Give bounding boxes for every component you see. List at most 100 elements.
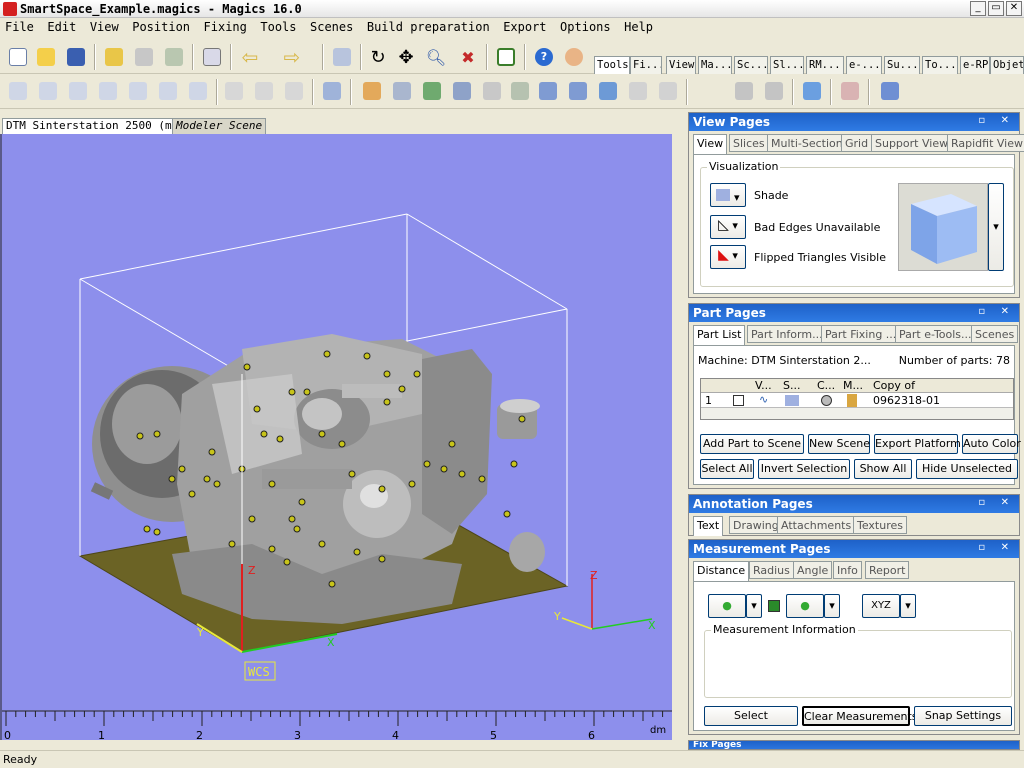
boolean-icon[interactable] [390,79,414,103]
menu-build-preparation[interactable]: Build preparation [362,18,495,36]
point-a-dropdown[interactable]: ▾ [746,594,762,618]
tab-grid[interactable]: Grid [841,134,873,152]
translate-to-icon[interactable] [36,79,60,103]
view-cube[interactable] [898,183,988,271]
translate-icon[interactable] [6,79,30,103]
col-shade[interactable]: S... [783,379,800,392]
platform-icon[interactable] [800,79,824,103]
paste-icon[interactable] [282,79,306,103]
export-platform-button[interactable]: Export Platform [874,434,961,454]
menu-tools[interactable]: Tools [255,18,301,36]
tab-scenes[interactable]: Scenes [971,325,1019,343]
snap-settings-button[interactable]: Snap Settings [914,706,1012,726]
tab-objet[interactable]: Objet [990,56,1024,74]
hollow-icon[interactable] [480,79,504,103]
tab-dtm-sinterstation[interactable]: DTM Sinterstation 2500 (mm) [2,118,189,134]
redo-icon[interactable]: ⇨ [280,45,304,69]
col-machine[interactable]: M... [843,379,863,392]
open-folder-icon[interactable] [34,45,58,69]
select-all-button[interactable]: Select All [700,459,754,479]
unzoom-icon[interactable]: ✖ [456,45,480,69]
col-copy-of[interactable]: Copy of [873,379,915,392]
bad-edges-dropdown[interactable]: ◺ ▾ [710,215,746,239]
cut-punch-icon[interactable] [536,79,560,103]
col-color[interactable]: C... [817,379,835,392]
nesting-icon[interactable] [838,79,862,103]
tab-radius[interactable]: Radius [749,561,794,579]
print-icon[interactable] [200,45,224,69]
parts-table[interactable]: V... S... C... M... Copy of 1 ∿ 0962318-… [700,378,1014,420]
zoom-icon[interactable]: 🔍︎ [424,45,448,69]
xyz-button[interactable]: XYZ [862,594,900,618]
tab-su[interactable]: Su... [884,56,920,74]
shade-icon[interactable] [785,395,799,406]
menu-edit[interactable]: Edit [42,18,81,36]
color-icon[interactable] [821,395,832,406]
tab-modeler-scene[interactable]: Modeler Scene [172,118,267,134]
tab-e[interactable]: e-... [846,56,882,74]
tab-ma[interactable]: Ma... [698,56,732,74]
tab-text[interactable]: Text [693,516,724,536]
measure-icon[interactable] [450,79,474,103]
panel-controls[interactable]: ▫ ✕ [978,306,1015,317]
smooth-icon[interactable] [626,79,650,103]
3d-viewport[interactable]: Z X Y Z X Y WCS 0 1 2 3 4 5 6 dm [0,134,672,740]
xyz-dropdown[interactable]: ▾ [900,594,916,618]
menu-view[interactable]: View [85,18,124,36]
duplicate-icon[interactable] [186,79,210,103]
tab-fixing[interactable]: Fi... [630,56,662,74]
new-file-icon[interactable] [6,45,30,69]
shell-icon[interactable] [762,79,786,103]
offset-icon[interactable] [508,79,532,103]
tab-textures[interactable]: Textures [853,516,907,534]
hide-unselected-button[interactable]: Hide Unselected [916,459,1018,479]
menu-export[interactable]: Export [498,18,551,36]
tab-e-rp[interactable]: e-RP [960,56,990,74]
tab-info[interactable]: Info [833,561,862,579]
menu-file[interactable]: File [0,18,39,36]
section-icon[interactable] [732,79,756,103]
tab-to[interactable]: To... [922,56,958,74]
cut-icon[interactable] [222,79,246,103]
mirror-icon[interactable] [126,79,150,103]
menu-options[interactable]: Options [555,18,616,36]
rotate-part-icon[interactable] [66,79,90,103]
extrude-icon[interactable] [596,79,620,103]
select-button[interactable]: Select [704,706,798,726]
tab-rapidfit-view[interactable]: Rapidfit View [947,134,1024,152]
point-a-button[interactable]: ● [708,594,746,618]
tab-rm[interactable]: RM... [806,56,844,74]
checklist-icon[interactable] [494,45,518,69]
support-person-icon[interactable] [562,45,586,69]
tab-sl[interactable]: Sl... [770,56,804,74]
select-tool-icon[interactable] [320,79,344,103]
rescale-icon[interactable] [156,79,180,103]
table-scrollbar[interactable] [701,407,1013,419]
tab-view[interactable]: View [693,134,728,154]
show-all-button[interactable]: Show All [854,459,912,479]
clear-measurements-button[interactable]: Clear Measurements [802,706,918,726]
select-part-icon[interactable] [330,45,354,69]
maximize-button[interactable]: ▭ [988,1,1004,16]
rotate-to-icon[interactable] [96,79,120,103]
reduce-icon[interactable] [656,79,680,103]
add-part-to-scene-button[interactable]: Add Part to Scene [700,434,804,454]
tab-part-e-tools[interactable]: Part e-Tools... [895,325,976,343]
fix-wizard-icon[interactable] [360,79,384,103]
panel-splitter[interactable] [674,114,686,750]
view-cube-dropdown[interactable]: ▾ [988,183,1004,271]
panel-controls[interactable]: ▫ ✕ [978,542,1015,553]
new-scene-button[interactable]: New Scene [808,434,870,454]
unload-part-icon[interactable] [162,45,186,69]
flipped-triangles-dropdown[interactable]: ◣ ▾ [710,245,746,269]
plugin-icon[interactable] [878,79,902,103]
invert-selection-button[interactable]: Invert Selection [758,459,850,479]
save-icon[interactable] [64,45,88,69]
menu-scenes[interactable]: Scenes [305,18,358,36]
save-part-icon[interactable] [132,45,156,69]
rotate-view-icon[interactable]: ↻ [366,45,390,69]
menu-help[interactable]: Help [619,18,658,36]
col-visible[interactable]: V... [755,379,772,392]
auto-color-button[interactable]: Auto Color [962,434,1021,454]
minimize-button[interactable]: _ [970,1,986,16]
